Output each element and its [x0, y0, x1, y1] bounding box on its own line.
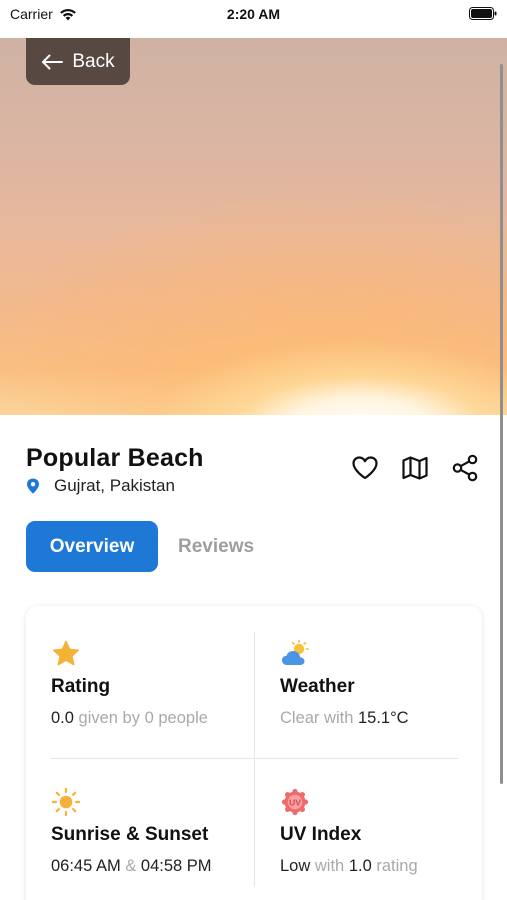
sun-connector: & [125, 857, 137, 875]
back-arrow-icon [42, 54, 64, 69]
star-icon [51, 639, 81, 669]
uv-suffix: rating [376, 857, 418, 875]
action-icons [349, 452, 481, 484]
location-pin-icon [27, 478, 39, 494]
uv-value: Low with 1.0 rating [280, 857, 480, 876]
battery-icon [469, 7, 497, 20]
back-button[interactable]: Back [26, 38, 130, 85]
sun-icon [51, 787, 81, 817]
favorite-button[interactable] [349, 452, 381, 484]
partly-cloudy-icon [280, 639, 310, 669]
weather-connector: with [324, 709, 354, 727]
uv-level: Low [280, 857, 311, 875]
status-time: 2:20 AM [226, 6, 281, 22]
status-bar: Carrier 2:20 AM [0, 0, 507, 38]
rating-suffix: people [158, 709, 208, 727]
divider [254, 632, 255, 887]
rating-label: Rating [51, 676, 111, 697]
location-label: Gujrat, Pakistan [54, 476, 175, 495]
share-icon [452, 454, 478, 482]
divider [50, 758, 458, 759]
overview-card: Rating 0.0 given by 0 people Weather Cle… [26, 606, 482, 900]
rating-count: 0 [144, 709, 154, 727]
uv-cell: UV UV Index Low with 1.0 rating [280, 787, 480, 876]
weather-cell: Weather Clear with 15.1°C [280, 639, 480, 728]
weather-label: Weather [280, 676, 355, 697]
rating-cell: Rating 0.0 given by 0 people [51, 639, 251, 728]
weather-temperature: 15.1°C [357, 709, 409, 727]
sun-value: 06:45 AM & 04:58 PM [51, 857, 251, 876]
rating-connector: given by [78, 709, 140, 727]
rating-value: 0.0 given by 0 people [51, 709, 251, 728]
heart-icon [352, 456, 378, 480]
page-title: Popular Beach [26, 444, 204, 472]
svg-text:UV: UV [289, 797, 301, 807]
map-icon [402, 456, 428, 480]
sun-cell: Sunrise & Sunset 06:45 AM & 04:58 PM [51, 787, 251, 876]
weather-value: Clear with 15.1°C [280, 709, 480, 728]
uv-label: UV Index [280, 824, 362, 845]
scroll-indicator[interactable] [500, 64, 503, 784]
uv-number: 1.0 [348, 857, 372, 875]
back-label: Back [72, 50, 115, 72]
tab-overview[interactable]: Overview [26, 521, 158, 572]
uv-connector: with [314, 857, 345, 875]
location: Gujrat, Pakistan [26, 476, 175, 496]
hero-image: Back [0, 38, 507, 415]
tab-reviews[interactable]: Reviews [178, 521, 254, 572]
rating-number: 0.0 [51, 709, 74, 727]
sunrise-time: 06:45 AM [51, 857, 121, 875]
sun-label: Sunrise & Sunset [51, 824, 209, 845]
sunset-time: 04:58 PM [140, 857, 212, 875]
uv-badge-icon: UV [280, 787, 310, 817]
weather-condition: Clear [280, 709, 320, 727]
map-button[interactable] [399, 452, 431, 484]
share-button[interactable] [449, 452, 481, 484]
